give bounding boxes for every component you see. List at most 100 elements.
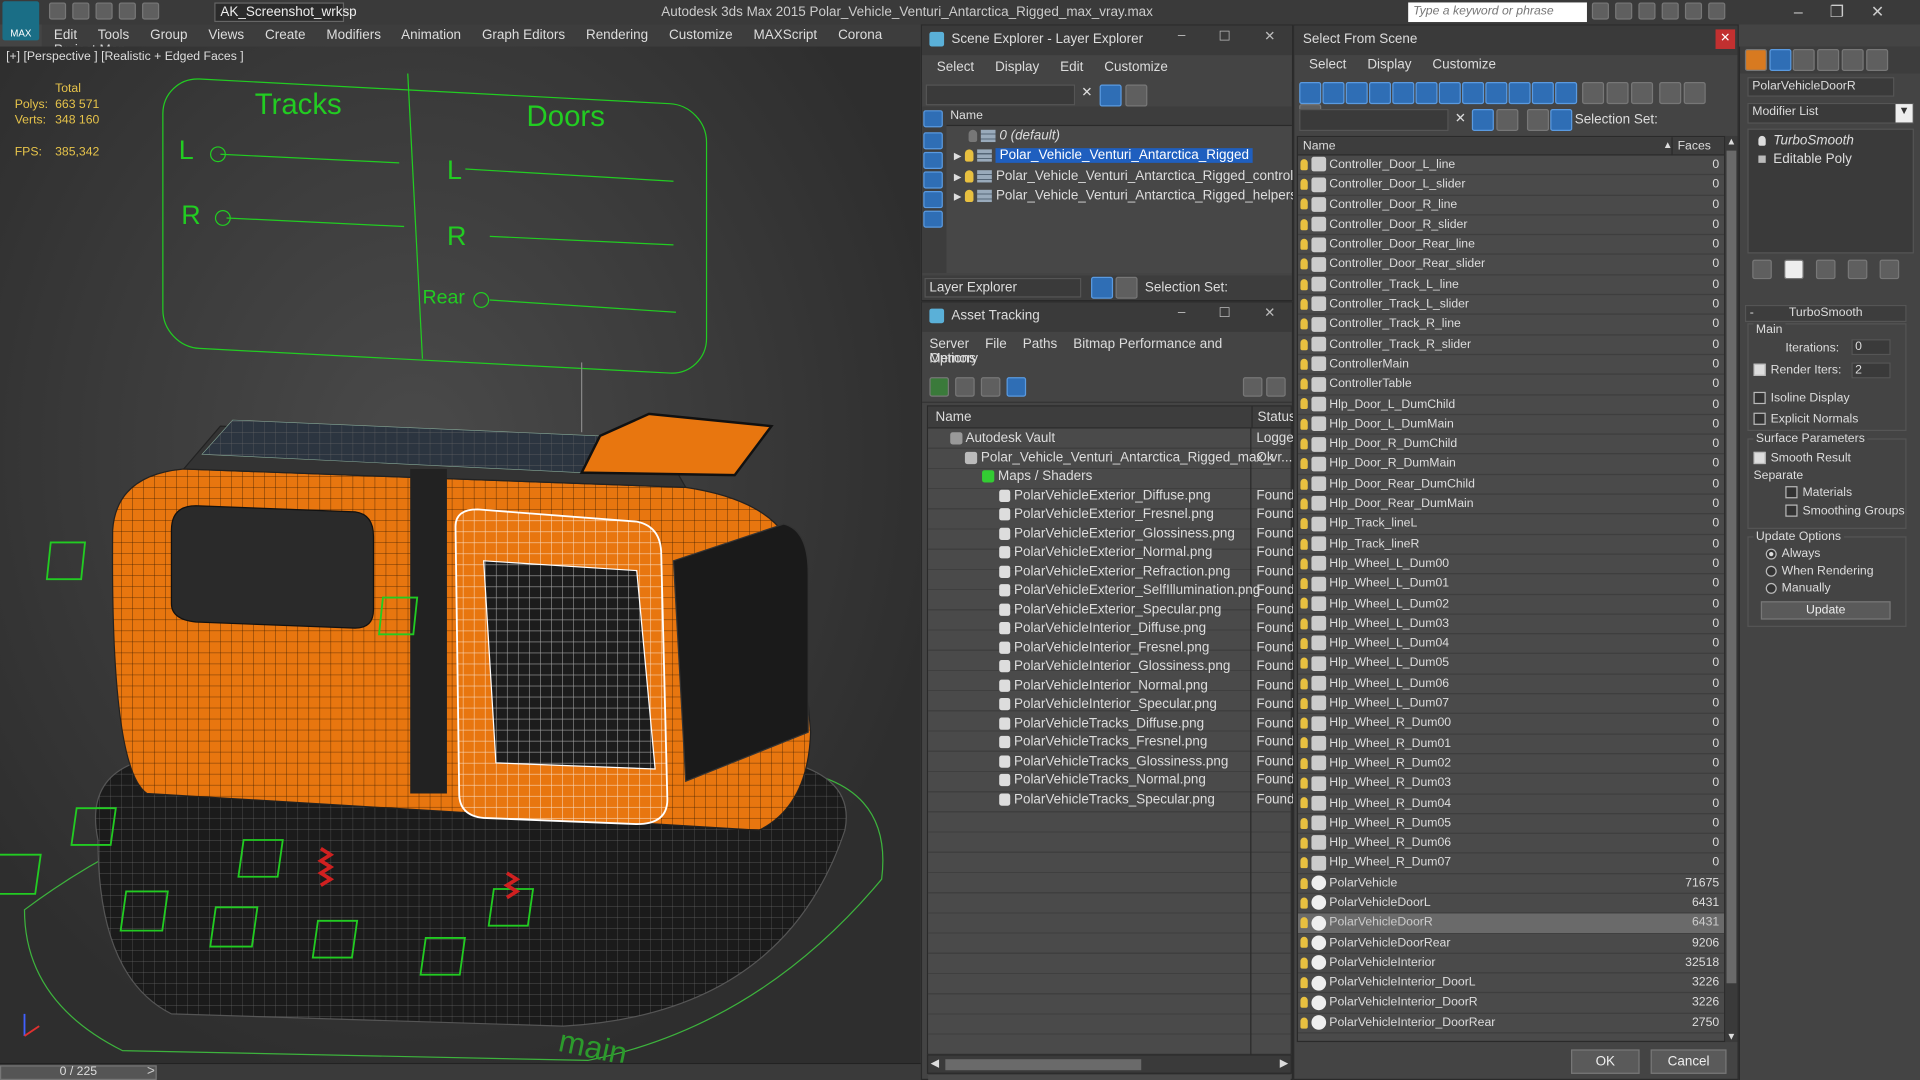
light-bulb-icon[interactable] <box>1300 238 1308 250</box>
filter-icon[interactable] <box>1099 84 1122 107</box>
light-bulb-icon[interactable] <box>1300 997 1308 1009</box>
filter-groups-icon[interactable] <box>1438 82 1461 105</box>
filter-cameras-icon[interactable] <box>1368 82 1392 105</box>
light-bulb-icon[interactable] <box>1300 677 1308 689</box>
light-bulb-icon[interactable] <box>1300 398 1308 410</box>
sfs-layer-icon[interactable] <box>1496 108 1519 132</box>
object-row[interactable]: Hlp_Wheel_L_Dum00 0 <box>1297 555 1725 575</box>
light-bulb-icon[interactable] <box>1300 178 1308 190</box>
object-row[interactable]: Hlp_Door_R_DumChild 0 <box>1297 435 1725 455</box>
asset-row[interactable]: PolarVehicleTracks_Glossiness.png Found <box>928 751 1295 770</box>
object-row[interactable]: Controller_Track_L_line 0 <box>1297 275 1725 296</box>
when-rendering-radio[interactable] <box>1765 565 1777 577</box>
filter-spacewarps-icon[interactable] <box>1415 82 1438 105</box>
light-bulb-icon[interactable] <box>1300 1017 1308 1029</box>
se-menu-edit[interactable]: Edit <box>1060 60 1083 75</box>
object-row[interactable]: Hlp_Wheel_R_Dum01 0 <box>1297 734 1725 755</box>
undo-icon[interactable] <box>119 2 137 20</box>
object-row[interactable]: Controller_Track_R_line 0 <box>1297 315 1725 336</box>
asset-row[interactable]: PolarVehicleTracks_Diffuse.png Found <box>928 713 1295 732</box>
open-file-icon[interactable] <box>72 2 90 20</box>
display-geometry-icon[interactable] <box>923 110 943 128</box>
time-slider[interactable]: 0 / 225 > <box>0 1062 921 1080</box>
isoline-checkbox[interactable] <box>1753 392 1766 405</box>
object-row[interactable]: PolarVehicleInterior_DoorRear 2750 <box>1297 1014 1725 1034</box>
create-tab-icon[interactable] <box>1744 48 1767 72</box>
object-row[interactable]: Hlp_Wheel_R_Dum04 0 <box>1297 794 1725 815</box>
minimize-icon[interactable]: – <box>1169 305 1193 327</box>
menu-graph-editors[interactable]: Graph Editors <box>482 28 565 43</box>
clear-search-icon[interactable]: ✕ <box>1455 110 1466 126</box>
menu-corona[interactable]: Corona <box>838 28 882 43</box>
object-row[interactable]: Hlp_Wheel_L_Dum02 0 <box>1297 595 1725 615</box>
scroll-left-icon[interactable]: ◀ <box>931 1057 939 1070</box>
layer-row[interactable]: 0 (default) <box>947 126 1292 146</box>
tools-icon[interactable] <box>1638 2 1656 20</box>
light-bulb-icon[interactable] <box>1300 498 1308 510</box>
at-menu-server[interactable]: Server <box>929 337 969 352</box>
se-search-input[interactable] <box>925 84 1076 106</box>
thumbnail-view-icon[interactable] <box>980 377 1001 397</box>
layer-sync-icon[interactable] <box>1125 84 1148 107</box>
scroll-thumb[interactable] <box>945 1059 1142 1071</box>
asset-row-file[interactable]: Polar_Vehicle_Venturi_Antarctica_Rigged_… <box>928 448 1292 467</box>
light-bulb-icon[interactable] <box>1300 877 1308 889</box>
expand-arrow-icon[interactable]: ▶ <box>954 191 962 202</box>
exchange-icon[interactable] <box>1685 2 1703 20</box>
menu-tools[interactable]: Tools <box>98 28 129 43</box>
asset-row[interactable]: PolarVehicleExterior_Refraction.png Found <box>928 561 1295 580</box>
light-bulb-icon[interactable] <box>1300 617 1308 630</box>
scroll-up-icon[interactable]: ▲ <box>1727 136 1737 147</box>
object-row[interactable]: Hlp_Door_Rear_DumMain 0 <box>1297 495 1725 515</box>
app-logo[interactable]: MAX <box>2 1 40 41</box>
show-end-result-icon[interactable] <box>1784 259 1804 280</box>
object-row[interactable]: Hlp_Wheel_L_Dum03 0 <box>1297 614 1725 635</box>
light-bulb-icon[interactable] <box>1300 937 1308 949</box>
restore-icon[interactable]: ❐ <box>1830 2 1871 20</box>
light-bulb-icon[interactable] <box>1300 837 1308 849</box>
object-row[interactable]: Hlp_Wheel_L_Dum05 0 <box>1297 654 1725 675</box>
asset-row[interactable]: PolarVehicleTracks_Normal.png Found <box>928 770 1295 789</box>
light-bulb-icon[interactable] <box>1300 418 1308 430</box>
object-row[interactable]: Controller_Door_R_slider 0 <box>1297 215 1725 236</box>
light-bulb-icon[interactable] <box>1300 657 1308 669</box>
light-bulb-icon[interactable] <box>1300 258 1308 270</box>
expand-arrow-icon[interactable]: ▶ <box>954 171 962 182</box>
redo-icon[interactable] <box>142 2 160 20</box>
at-col-name[interactable]: Name <box>936 410 972 425</box>
asset-row[interactable]: PolarVehicleInterior_Glossiness.png Found <box>928 656 1295 675</box>
object-row[interactable]: Hlp_Wheel_R_Dum03 0 <box>1297 774 1725 795</box>
polar-vehicle-mesh[interactable] <box>94 412 847 1027</box>
sfs-vertical-scrollbar[interactable]: ▲ ▼ <box>1725 135 1738 1043</box>
object-row[interactable]: Hlp_Door_L_DumChild 0 <box>1297 395 1725 415</box>
se-menu-display[interactable]: Display <box>995 60 1039 75</box>
close-icon[interactable]: ✕ <box>1258 305 1282 327</box>
display-helpers-icon[interactable] <box>923 191 943 209</box>
scroll-right-icon[interactable]: ▶ <box>1280 1057 1288 1070</box>
help-icon[interactable] <box>1708 2 1726 20</box>
sfs-col-name[interactable]: Name <box>1303 140 1336 153</box>
render-iters-checkbox[interactable] <box>1753 364 1766 377</box>
asset-row[interactable]: PolarVehicleExterior_SelfIllumination.pn… <box>928 580 1295 599</box>
menu-views[interactable]: Views <box>208 28 244 43</box>
object-row[interactable]: PolarVehicleInterior 32518 <box>1297 954 1725 974</box>
asset-horizontal-scrollbar[interactable]: ◀ ▶ <box>926 1054 1292 1074</box>
asset-row[interactable]: PolarVehicleExterior_Specular.png Found <box>928 599 1295 618</box>
object-row[interactable]: ControllerMain 0 <box>1297 355 1725 376</box>
stack-item-turbosmooth[interactable]: TurboSmooth <box>1749 130 1913 152</box>
asset-row[interactable]: PolarVehicleInterior_Fresnel.png Found <box>928 637 1295 656</box>
object-row-selected[interactable]: PolarVehicleDoorR 6431 <box>1297 913 1725 934</box>
iterations-spinner[interactable]: 0 <box>1851 339 1891 356</box>
object-row[interactable]: PolarVehicle 71675 <box>1297 874 1725 894</box>
light-bulb-icon[interactable] <box>965 189 974 203</box>
expand-icon[interactable] <box>1758 155 1766 163</box>
asset-row[interactable]: PolarVehicleExterior_Fresnel.png Found <box>928 504 1295 523</box>
light-bulb-icon[interactable] <box>1300 817 1308 829</box>
workspace-dropdown[interactable]: AK_Screenshot_wrksp <box>214 2 357 23</box>
filter-hidden-icon[interactable] <box>1555 82 1578 105</box>
object-row[interactable]: Hlp_Door_Rear_DumChild 0 <box>1297 475 1725 495</box>
object-row[interactable]: PolarVehicleDoorRear 9206 <box>1297 934 1725 954</box>
object-row[interactable]: Controller_Door_Rear_slider 0 <box>1297 255 1725 276</box>
search-input[interactable]: Type a keyword or phrase <box>1408 2 1587 23</box>
light-bulb-icon[interactable] <box>1300 338 1308 350</box>
